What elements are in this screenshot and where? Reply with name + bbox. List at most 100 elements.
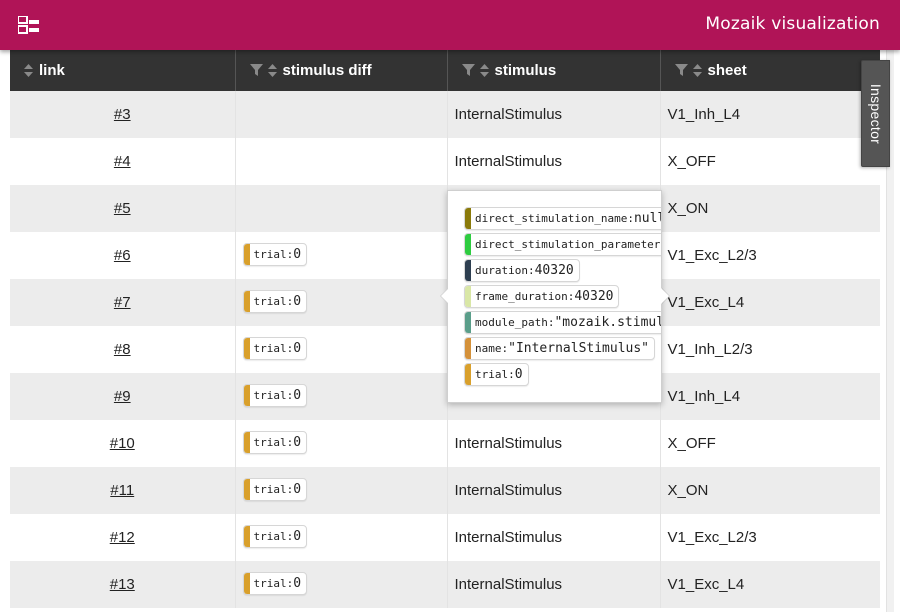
app-title: Mozaik visualization [705,14,880,34]
tag-value: 0 [293,293,302,309]
parameter-tag: trial: 0 [242,477,308,501]
column-header-label: link [39,62,65,79]
parameter-tag: duration: 40320 [464,259,580,282]
filter-icon[interactable] [674,64,688,76]
tag-key: trial: [253,341,294,355]
stimulus-diff-cell [235,91,448,138]
tag-key: module_path: [475,316,555,329]
tag-value: 0 [293,481,302,497]
tag-key: trial: [253,294,294,308]
parameter-tag: name: "InternalStimulus" [464,337,656,360]
stimulus-cell[interactable]: InternalStimulus [447,138,661,185]
tag-key: trial: [253,482,294,496]
parameter-tag: trial: 0 [242,571,308,595]
column-header-sheet[interactable]: sheet [660,50,880,91]
sheet-cell: V1_Exc_L2/3 [660,232,880,279]
sheet-cell: V1_Inh_L4 [660,373,880,420]
record-link[interactable]: #7 [114,294,131,311]
stimulus-cell[interactable]: InternalStimulus [447,420,661,467]
stimulus-cell[interactable]: InternalStimulus [447,91,661,138]
column-header-label: stimulus diff [282,62,372,79]
sort-icon[interactable] [692,64,702,77]
inspector-label: Inspector [867,83,884,144]
link-cell: #12 [10,514,236,561]
parameter-tag: frame_duration: 40320 [464,285,620,308]
tag-value: 0 [293,246,302,262]
stimulus-diff-cell: trial: 0 [235,373,448,420]
tag-key: trial: [253,435,294,449]
tag-key: name: [475,342,509,355]
table-header-row: link stimulus diff stimulus sheet [10,50,880,91]
record-link[interactable]: #10 [110,435,135,452]
link-cell: #10 [10,420,236,467]
record-link[interactable]: #9 [114,388,131,405]
column-header-stimulus-diff[interactable]: stimulus diff [235,50,448,91]
sheet-cell: X_OFF [660,420,880,467]
tag-key: trial: [475,368,515,381]
record-link[interactable]: #13 [110,576,135,593]
tag-color-bar [243,525,250,547]
stimulus-diff-cell: trial: 0 [235,467,448,514]
parameter-tag: trial: 0 [242,430,308,454]
tag-key: trial: [253,529,294,543]
tag-color-bar [243,337,250,359]
record-link[interactable]: #4 [114,153,131,170]
link-cell: #3 [10,91,236,138]
record-link[interactable]: #3 [114,106,131,123]
record-link[interactable]: #5 [114,200,131,217]
filter-icon[interactable] [249,64,263,76]
tag-key: trial: [253,388,294,402]
tag-value: 0 [293,340,302,356]
popup-arrow-right-fill [661,288,669,304]
app-header: Mozaik visualization [0,0,900,50]
popup-arrow-left-fill [441,288,449,304]
tag-color-bar [465,208,471,229]
filter-icon[interactable] [461,64,475,76]
link-cell: #6 [10,232,236,279]
sheet-cell: X_ON [660,467,880,514]
tag-key: duration: [475,264,535,277]
table-row: #3 InternalStimulus V1_Inh_L4 [10,91,880,138]
table-row: #13 trial: 0 InternalStimulus V1_Exc_L4 [10,561,880,608]
record-link[interactable]: #11 [110,482,134,499]
parameter-tag: direct_stimulation_name:null [464,207,661,230]
record-link[interactable]: #6 [114,247,131,264]
parameter-tag: trial: 0 [242,524,308,548]
link-cell: #5 [10,185,236,232]
tag-color-bar [465,286,471,307]
stimulus-cell[interactable]: InternalStimulus [447,514,661,561]
stimulus-cell[interactable]: InternalStimulus [447,561,661,608]
stimulus-detail-popup: direct_stimulation_name:null direct_stimu… [447,190,662,403]
column-header-label: stimulus [494,62,557,79]
tag-value: 0 [293,387,302,403]
stimulus-cell[interactable]: InternalStimulus [447,467,661,514]
sort-icon[interactable] [267,64,277,77]
sort-icon[interactable] [479,64,489,77]
tag-color-bar [465,364,471,385]
parameter-tag: direct_stimulation_parameters: [464,233,661,256]
parameter-tag: trial: 0 [242,242,308,266]
layout-tree-icon[interactable] [18,16,40,34]
parameter-tag: module_path:"mozaik.stimuli" [464,311,661,334]
column-header-stimulus[interactable]: stimulus [447,50,661,91]
table-row: #8 trial: 0 V1_Inh_L2/3 [10,326,880,373]
sheet-cell: V1_Exc_L4 [660,279,880,326]
tag-value: 0 [293,434,302,450]
sort-icon[interactable] [24,64,33,77]
record-link[interactable]: #8 [114,341,131,358]
tag-value: null [633,211,661,226]
inspector-tab[interactable]: Inspector [861,60,890,167]
stimulus-diff-cell: trial: 0 [235,279,448,326]
record-link[interactable]: #12 [110,529,135,546]
stimulus-diff-cell: trial: 0 [235,514,448,561]
results-table: link stimulus diff stimulus sheet #3 Interna… [10,50,880,608]
table-row: #10 trial: 0 InternalStimulus X_OFF [10,420,880,467]
column-header-link[interactable]: link [10,50,236,91]
tag-color-bar [243,478,250,500]
stimulus-diff-cell [235,138,448,185]
tag-color-bar [465,312,471,333]
sheet-cell: V1_Exc_L4 [660,561,880,608]
link-cell: #11 [10,467,236,514]
column-header-label: sheet [707,62,747,79]
tag-color-bar [243,431,250,453]
